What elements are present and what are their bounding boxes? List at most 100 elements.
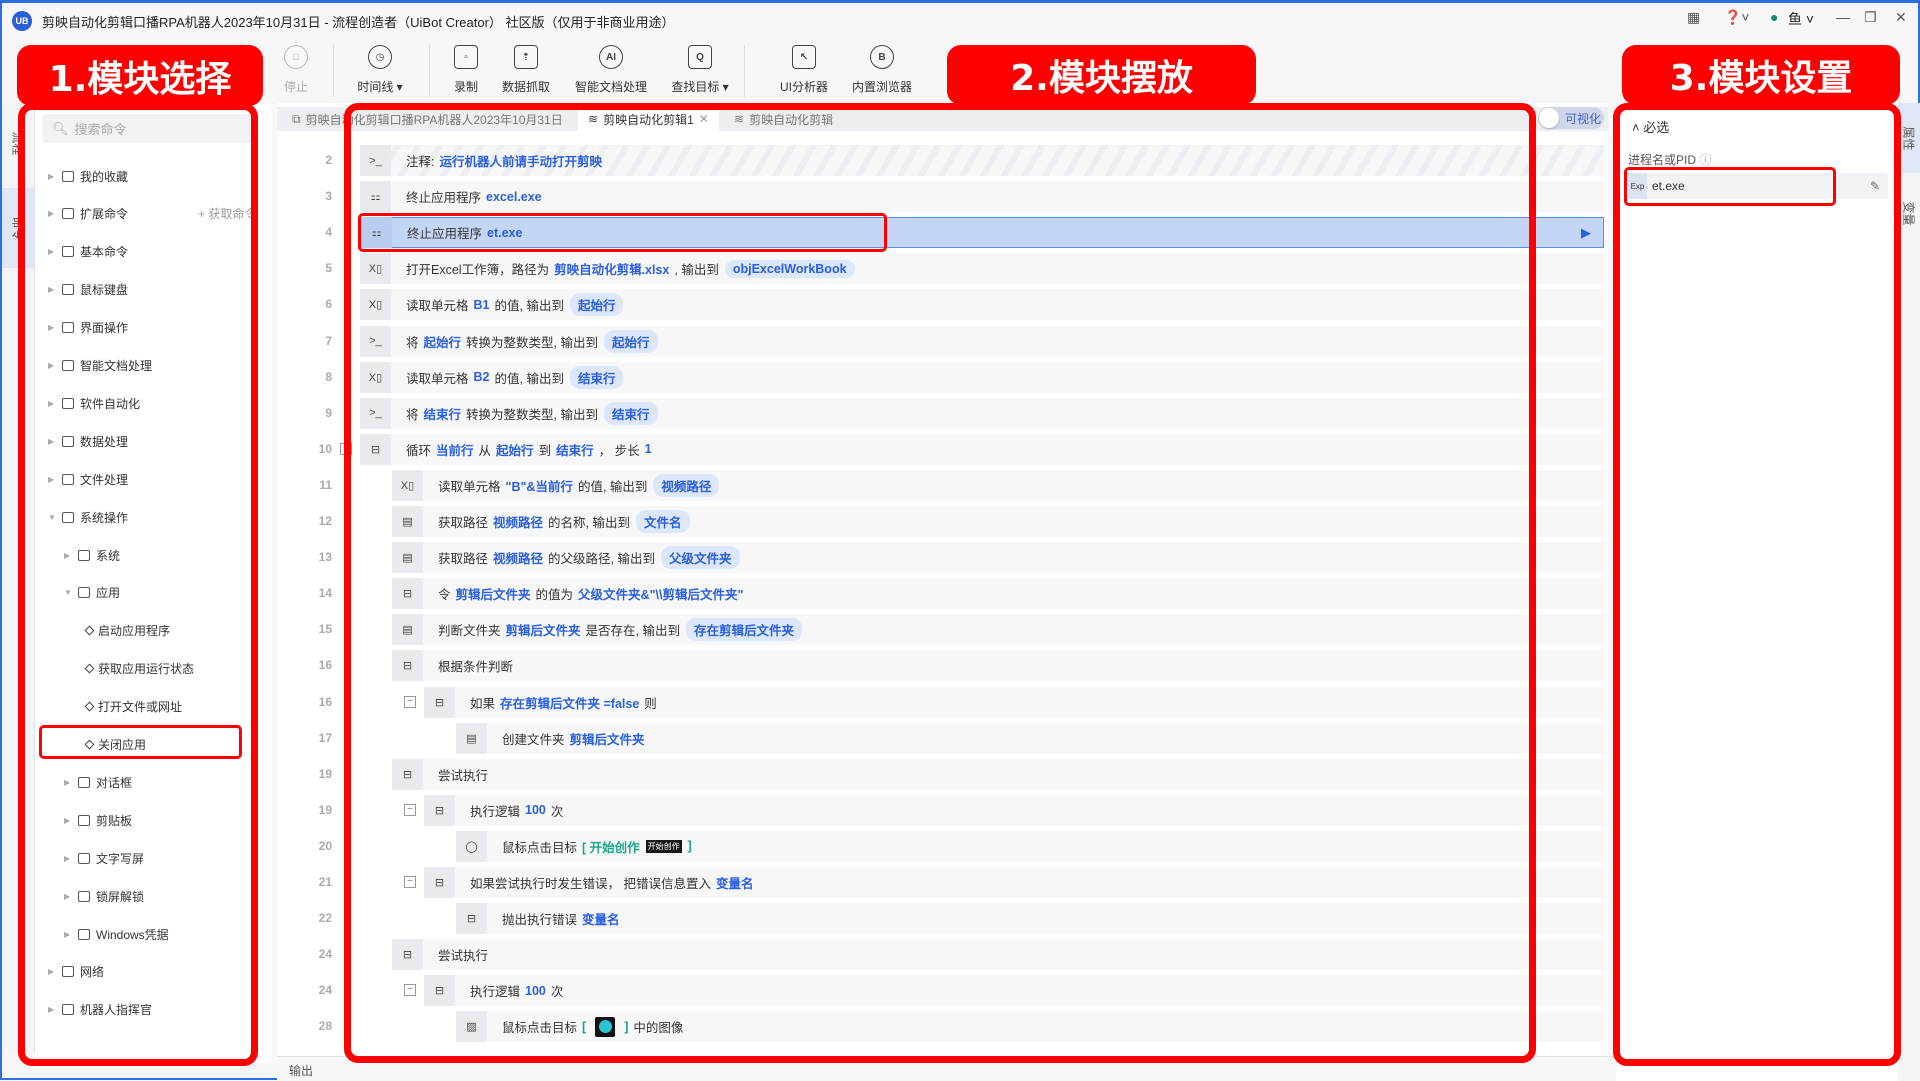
output-variable-pill[interactable]: 起始行 xyxy=(569,293,624,317)
output-panel[interactable]: 输出 xyxy=(277,1056,1616,1081)
help-circle-icon[interactable]: ⓘ xyxy=(1699,153,1711,167)
sidebar-item[interactable]: ▶ 鼠标键盘 xyxy=(48,277,128,303)
sidebar-item[interactable]: ▼ 应用 xyxy=(64,580,120,606)
sidebar-item[interactable]: 打开文件或网址 xyxy=(84,694,182,720)
code-row[interactable]: X▯ 读取单元格 B2 的值, 输出到 结束行 xyxy=(360,361,1604,393)
sidebar-item[interactable]: 获取应用运行状态 xyxy=(84,656,194,682)
process-name-input[interactable]: Exp et.exe ✎ xyxy=(1628,173,1888,199)
edit-icon[interactable]: ✎ xyxy=(1870,179,1880,193)
sidebar-item[interactable]: ▶ 锁屏解锁 xyxy=(64,883,144,909)
code-row[interactable]: ⊟ 如果 存在剪辑后文件夹 =false 则 xyxy=(424,686,1604,718)
variable-token[interactable]: 父级文件夹&"\\剪辑后文件夹" xyxy=(578,584,743,603)
collapse-toggle-icon[interactable]: − xyxy=(404,803,416,816)
variable-token[interactable]: 起始行 xyxy=(424,332,462,351)
output-variable-pill[interactable]: 存在剪辑后文件夹 xyxy=(685,618,802,642)
toolbar-button-3[interactable]: ⇡ 数据抓取 xyxy=(481,45,571,95)
caret-right-icon[interactable]: ▶ xyxy=(48,967,58,976)
code-row[interactable]: X▯ 读取单元格 B1 的值, 输出到 起始行 xyxy=(360,289,1604,321)
variable-token[interactable]: "B"&当前行 xyxy=(506,476,573,495)
variable-token[interactable]: 运行机器人前请手动打开剪映 xyxy=(439,151,602,170)
caret-right-icon[interactable]: ▶ xyxy=(64,816,74,825)
sidebar-item[interactable]: ▶ 界面操作 xyxy=(48,315,128,341)
tab-main-flow[interactable]: ⧉ 剪映自动化剪辑口播RPA机器人2023年10月31日 xyxy=(282,107,573,131)
apps-grid-icon[interactable]: ▦ xyxy=(1687,9,1700,26)
caret-right-icon[interactable]: ▶ xyxy=(48,172,58,181)
target-token[interactable]: [ 开始创作 xyxy=(582,837,640,856)
variable-token[interactable]: 结束行 xyxy=(424,404,462,423)
output-variable-pill[interactable]: 父级文件夹 xyxy=(660,546,740,570)
visual-toggle[interactable]: 可视化 xyxy=(1538,107,1604,129)
caret-right-icon[interactable]: ▶ xyxy=(64,930,74,939)
caret-right-icon[interactable]: ▶ xyxy=(64,854,74,863)
variable-token[interactable]: 剪映自动化剪辑.xlsx xyxy=(554,259,669,278)
sidebar-item[interactable]: ▶ 系统 xyxy=(64,542,120,568)
target-token[interactable]: [ xyxy=(582,1020,586,1034)
sidebar-item[interactable]: ▶ 剪贴板 xyxy=(64,807,132,833)
caret-right-icon[interactable]: ▶ xyxy=(48,247,58,256)
output-variable-pill[interactable]: 结束行 xyxy=(603,401,658,425)
code-row[interactable]: ⊟ 执行逻辑 100 次 xyxy=(424,794,1604,826)
toolbar-button-0[interactable]: □ 停止 xyxy=(251,45,341,95)
variable-token[interactable]: excel.exe xyxy=(486,190,542,204)
code-row[interactable]: ▨ 鼠标点击目标 [] 中的图像 xyxy=(456,1011,1604,1043)
variable-token[interactable]: 1 xyxy=(645,442,652,456)
search-input[interactable]: 🔍︎ 搜索命令 xyxy=(42,114,253,143)
variable-token[interactable]: 存在剪辑后文件夹 =false xyxy=(500,693,639,712)
collapse-toggle-icon[interactable]: − xyxy=(404,695,416,708)
close-button[interactable]: ✕ xyxy=(1895,9,1907,26)
minimize-button[interactable]: — xyxy=(1836,9,1850,25)
code-row[interactable]: ▤ 获取路径 视频路径 的父级路径, 输出到 父级文件夹 xyxy=(392,542,1604,574)
user-menu[interactable]: 鱼 ˅ xyxy=(1788,9,1814,29)
code-row[interactable]: ⊟ 循环 当前行从起始行到结束行 ， 步长 1 xyxy=(360,433,1604,465)
close-tab-icon[interactable]: ✕ xyxy=(699,112,709,126)
tab-commands[interactable]: 命令 xyxy=(2,188,35,268)
code-row[interactable]: ◯ 鼠标点击目标 [ 开始创作 开始创作] xyxy=(456,830,1604,862)
variable-token[interactable]: 变量名 xyxy=(582,909,620,928)
target-image-preview[interactable]: 开始创作 xyxy=(645,839,682,853)
sidebar-item[interactable]: ▶ 软件自动化 xyxy=(48,390,140,416)
output-variable-pill[interactable]: 视频路径 xyxy=(653,473,720,497)
sidebar-item[interactable]: ▶ 智能文档处理 xyxy=(48,353,152,379)
variable-token[interactable]: 起始行 xyxy=(496,440,534,459)
variable-token[interactable]: 100 xyxy=(525,803,546,817)
caret-down-icon[interactable]: ▼ xyxy=(64,588,74,597)
sidebar-item[interactable]: ▶ 网络 xyxy=(48,959,104,985)
target-token[interactable]: ] xyxy=(688,839,692,853)
caret-right-icon[interactable]: ▶ xyxy=(48,1005,58,1014)
sidebar-item[interactable]: ▶ 文字写屏 xyxy=(64,845,144,871)
caret-right-icon[interactable]: ▶ xyxy=(64,551,74,560)
code-row[interactable]: ⊟ 尝试执行 xyxy=(392,758,1604,790)
collapse-toggle-icon[interactable]: − xyxy=(404,984,416,997)
code-row[interactable]: X▯ 读取单元格 "B"&当前行 的值, 输出到 视频路径 xyxy=(392,469,1604,501)
caret-right-icon[interactable]: ▶ xyxy=(48,437,58,446)
sidebar-item[interactable]: 启动应用程序 xyxy=(84,618,170,644)
code-row[interactable]: ⊟ 令剪辑后文件夹 的值为 父级文件夹&"\\剪辑后文件夹" xyxy=(392,578,1604,610)
code-row[interactable]: >_ 将起始行 转换为整数类型, 输出到 起始行 xyxy=(360,325,1604,357)
variable-token[interactable]: et.exe xyxy=(487,226,522,240)
help-icon[interactable]: ❓˅ xyxy=(1724,9,1750,26)
caret-right-icon[interactable]: ▶ xyxy=(48,475,58,484)
tab-block-1[interactable]: ≋ 剪映自动化剪辑1 ✕ xyxy=(578,107,719,131)
variable-token[interactable]: B2 xyxy=(474,370,490,384)
code-row[interactable]: ⊟ 根据条件判断 xyxy=(392,650,1604,682)
code-row[interactable]: >_ 注释: 运行机器人前请手动打开剪映 xyxy=(360,145,1604,176)
toolbar-button-4[interactable]: AI 智能文档处理 xyxy=(566,45,656,95)
variable-token[interactable]: 视频路径 xyxy=(493,548,543,567)
sidebar-item[interactable]: ▶ 扩展命令 xyxy=(48,201,128,227)
caret-right-icon[interactable]: ▶ xyxy=(64,892,74,901)
sidebar-item[interactable]: ▼ 系统操作 xyxy=(48,504,128,530)
code-row[interactable]: ▤ 创建文件夹 剪辑后文件夹 xyxy=(456,722,1604,754)
caret-right-icon[interactable]: ▶ xyxy=(48,209,58,218)
variable-token[interactable]: 结束行 xyxy=(556,440,594,459)
output-variable-pill[interactable]: 结束行 xyxy=(569,365,624,389)
sidebar-item[interactable]: ▶ 对话框 xyxy=(64,769,132,795)
code-row[interactable]: >_ 将结束行 转换为整数类型, 输出到 结束行 xyxy=(360,397,1604,429)
tab-flow[interactable]: 流程 xyxy=(2,103,35,183)
run-row-icon[interactable]: ▶ xyxy=(1581,225,1591,241)
caret-right-icon[interactable]: ▶ xyxy=(48,323,58,332)
sidebar-item[interactable]: ▶ 基本命令 xyxy=(48,239,128,265)
toolbar-button-5[interactable]: Q 查找目标 ▾ xyxy=(655,45,745,95)
code-row[interactable]: ⊟ 抛出执行错误 变量名 xyxy=(456,903,1604,935)
caret-right-icon[interactable]: ▶ xyxy=(64,778,74,787)
output-variable-pill[interactable]: objExcelWorkBook xyxy=(724,259,855,278)
